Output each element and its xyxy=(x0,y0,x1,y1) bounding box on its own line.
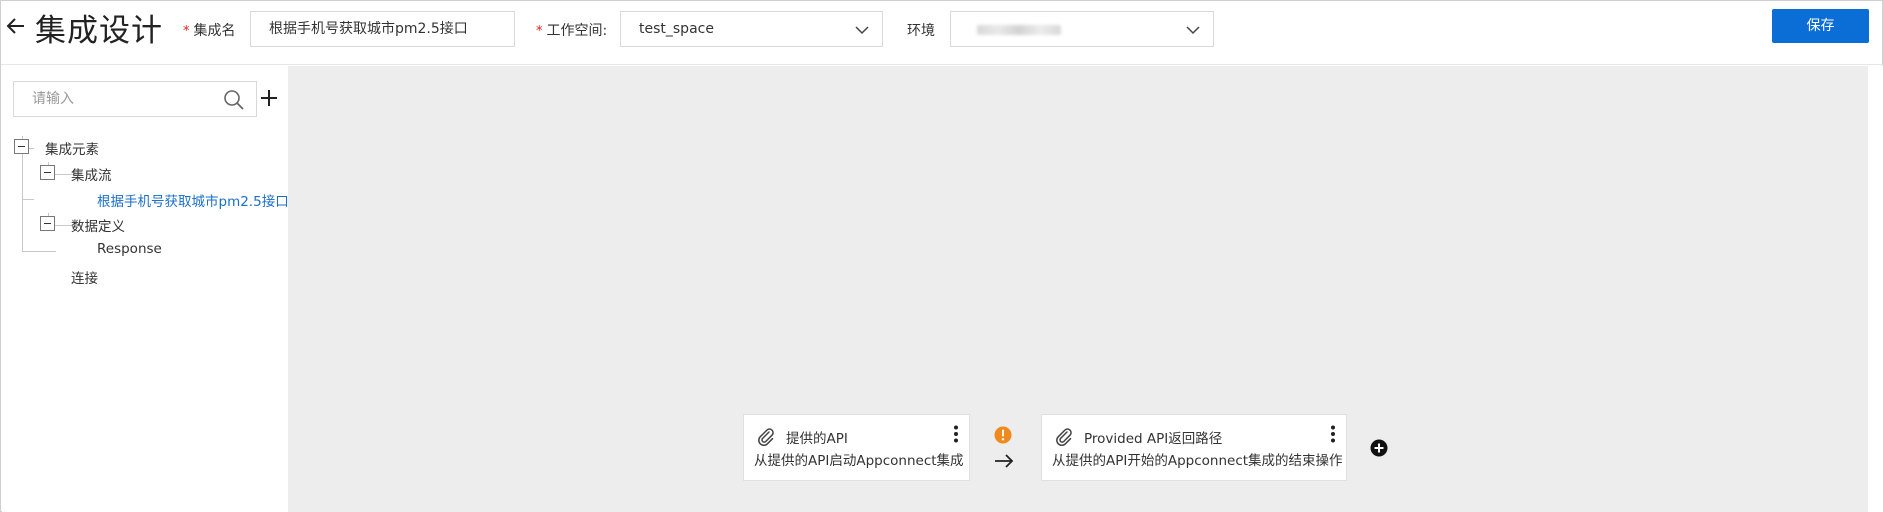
environment-value-redacted xyxy=(977,25,1061,35)
flow-node-end[interactable]: Provided API返回路径 从提供的API开始的Appconnect集成的… xyxy=(1041,414,1347,481)
integration-name-label-text: 集成名 xyxy=(193,23,236,39)
more-vertical-icon[interactable] xyxy=(1330,425,1336,443)
tree-item-response[interactable]: Response xyxy=(97,241,162,257)
flow-node-start[interactable]: 提供的API 从提供的API启动Appconnect集成 xyxy=(743,414,970,481)
page-title: 集成设计 xyxy=(35,13,163,49)
node-title: 提供的API xyxy=(786,431,848,447)
tree-collapse-toggle-root[interactable] xyxy=(14,139,29,154)
save-button[interactable]: 保存 xyxy=(1772,9,1869,43)
tree-collapse-toggle-flow[interactable] xyxy=(40,165,55,180)
chevron-down-icon xyxy=(1186,26,1200,35)
workspace-label-text: 工作空间: xyxy=(546,23,608,39)
paperclip-icon xyxy=(758,428,774,446)
search-input[interactable] xyxy=(14,82,220,116)
required-asterisk: * xyxy=(183,24,190,39)
tree-item-root[interactable]: 集成元素 xyxy=(45,138,99,158)
node-description: 从提供的API开始的Appconnect集成的结束操作 xyxy=(1052,453,1343,469)
plus-icon[interactable] xyxy=(258,87,280,109)
plus-circle-icon[interactable] xyxy=(1370,439,1388,457)
environment-label: 环境 xyxy=(907,23,935,39)
tree-item-data-group[interactable]: 数据定义 xyxy=(71,215,125,235)
environment-select[interactable] xyxy=(950,11,1214,47)
back-arrow-icon[interactable] xyxy=(5,11,27,41)
required-asterisk: * xyxy=(536,24,543,39)
more-vertical-icon[interactable] xyxy=(953,425,959,443)
header-bar: 集成设计 * 集成名 根据手机号获取城市pm2.5接口 * 工作空间: test_s… xyxy=(1,1,1883,65)
integration-name-label: * 集成名 xyxy=(183,20,236,40)
workspace-selected-value: test_space xyxy=(639,21,714,37)
node-description: 从提供的API启动Appconnect集成 xyxy=(754,453,964,469)
warning-icon[interactable] xyxy=(994,426,1012,444)
arrow-right-icon xyxy=(995,454,1014,468)
tree-connector xyxy=(22,199,34,200)
node-title: Provided API返回路径 xyxy=(1084,431,1223,447)
tree-collapse-toggle-data[interactable] xyxy=(40,216,55,231)
workspace-select[interactable]: test_space xyxy=(620,11,883,47)
chevron-down-icon xyxy=(855,26,869,35)
integration-name-input[interactable]: 根据手机号获取城市pm2.5接口 xyxy=(250,11,515,47)
paperclip-icon xyxy=(1056,428,1072,446)
tree-item-flow-group[interactable]: 集成流 xyxy=(71,164,112,184)
sidebar: 集成元素 集成流 根据手机号获取城市pm2.5接口 数据定义 Response … xyxy=(2,66,289,512)
search-box xyxy=(13,81,257,117)
tree-connector xyxy=(22,251,56,252)
canvas-edge xyxy=(1868,66,1883,512)
tree-item-connection[interactable]: 连接 xyxy=(71,267,98,287)
app-window: 集成设计 * 集成名 根据手机号获取城市pm2.5接口 * 工作空间: test_s… xyxy=(0,0,1883,512)
tree-item-flow[interactable]: 根据手机号获取城市pm2.5接口 xyxy=(97,190,289,210)
workspace-label: * 工作空间: xyxy=(536,20,607,40)
search-icon[interactable] xyxy=(223,89,245,111)
